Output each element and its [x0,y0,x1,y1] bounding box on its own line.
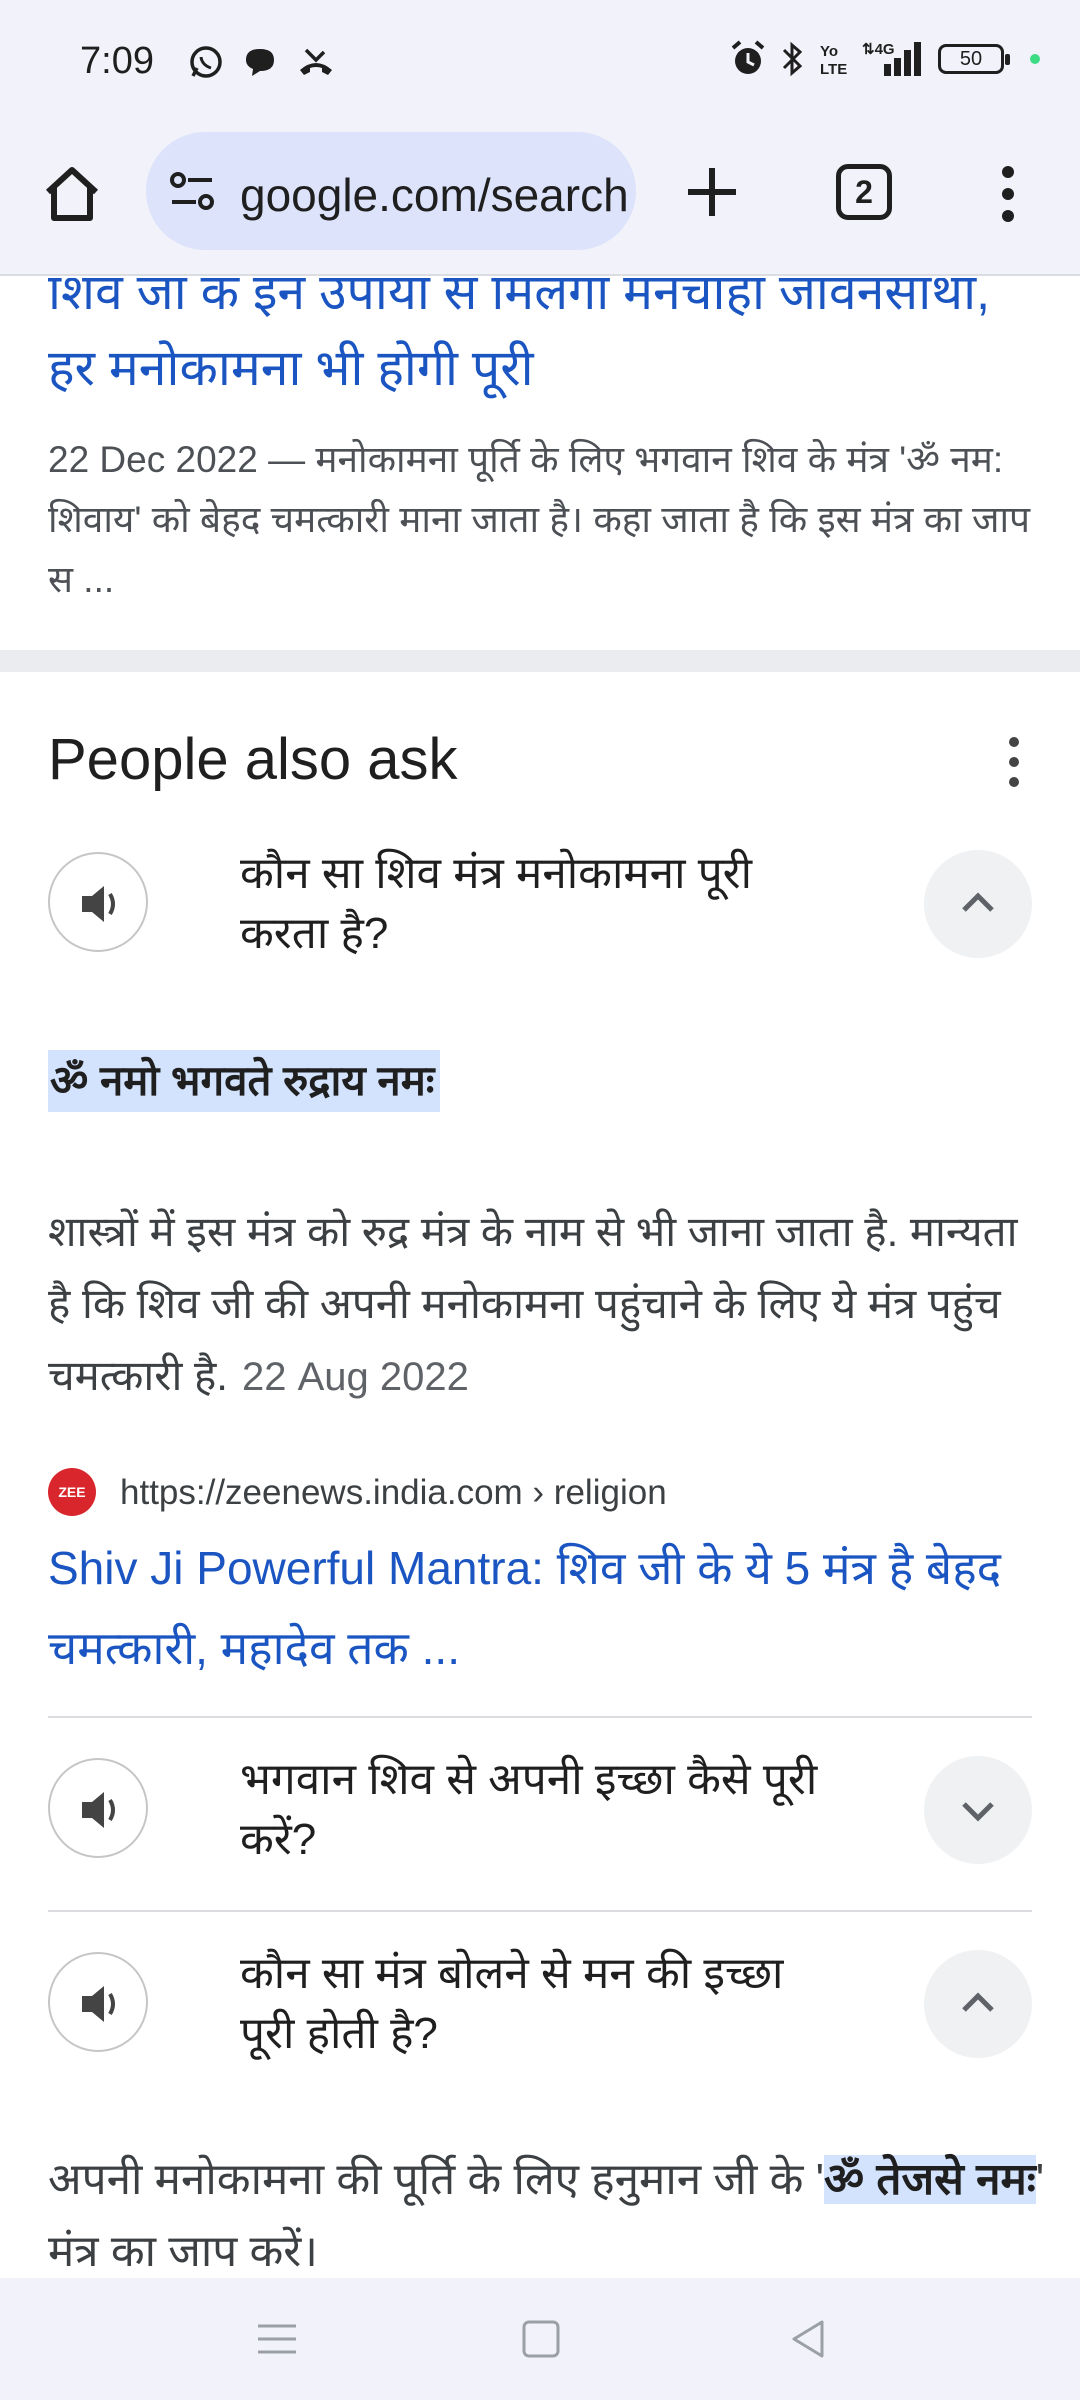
svg-text:LTE: LTE [820,61,847,78]
address-bar[interactable]: google.com/search [146,132,636,250]
browser-toolbar: google.com/search 2 [0,126,1080,276]
status-bar: 7:09 Yo LTE ⇅4G 50 [0,0,1080,126]
speaker-icon [82,1986,115,2022]
more-options-icon[interactable] [990,162,1026,226]
alarm-icon [731,40,765,74]
status-time: 7:09 [80,40,154,82]
question-row[interactable]: भगवान शिव से अपनी इच्छा कैसे पूरी करें? [48,1732,1032,1882]
question-text: कौन सा मंत्र बोलने से मन की इच्छा पूरी ह… [240,1949,784,2058]
listen-button[interactable] [48,1758,148,1858]
expand-button[interactable] [924,1756,1032,1864]
paa-more-options-icon[interactable] [996,732,1032,792]
result-date: 22 Dec 2022 [48,439,258,480]
answer-date: 22 Aug 2022 [241,1355,469,1399]
home-icon[interactable] [40,162,104,226]
whatsapp-icon [190,46,222,78]
missed-call-icon [300,48,332,75]
4g-signal-icon: ⇅4G [862,41,921,76]
notification-icons [188,44,336,80]
site-settings-icon[interactable] [168,170,216,214]
chevron-up-icon [962,1992,994,2012]
home-nav-icon[interactable] [516,2314,566,2364]
system-icons: Yo LTE ⇅4G 50 [730,40,1040,78]
question-text: भगवान शिव से अपनी इच्छा कैसे पूरी करें? [240,1755,818,1864]
section-divider [0,650,1080,672]
battery-icon: 50 [938,44,1010,74]
system-nav-bar [0,2278,1080,2400]
question-divider [48,1910,1032,1912]
question-divider [48,1716,1032,1718]
result-snippet: 22 Dec 2022 — मनोकामना पूर्ति के लिए भगव… [48,430,1038,610]
tab-switcher-button[interactable]: 2 [836,164,892,220]
collapse-button[interactable] [924,850,1032,958]
source-favicon[interactable]: ZEE [48,1468,96,1516]
bluetooth-icon [782,41,803,77]
volte-icon: YoLTE [820,43,847,78]
charging-dot [1030,54,1040,64]
search-results: शिव जी के इन उपायों से मिलेगा मनचाहा जीव… [0,278,1080,2278]
question-row[interactable]: कौन सा मंत्र बोलने से मन की इच्छा पूरी ह… [48,1926,1032,2076]
recent-apps-icon[interactable] [252,2314,302,2364]
chat-bubble-icon [246,49,274,76]
answer-body: अपनी मनोकामना की पूर्ति के लिए हनुमान जी… [48,2144,1048,2278]
featured-answer-highlight: ॐ नमो भगवते रुद्राय नमः [48,1050,441,1112]
source-title-link[interactable]: Shiv Ji Powerful Mantra: शिव जी के ये 5 … [48,1528,1038,1688]
collapse-button[interactable] [924,1950,1032,2058]
question-row[interactable]: कौन सा शिव मंत्र मनोकामना पूरी करता है? [48,826,1032,976]
new-tab-icon[interactable] [680,160,744,224]
speaker-icon [82,886,115,922]
chevron-up-icon [962,892,994,912]
answer-highlight: ॐ तेजसे नमः [824,2155,1036,2204]
question-text: कौन सा शिव मंत्र मनोकामना पूरी करता है? [240,849,753,958]
listen-button[interactable] [48,1952,148,2052]
answer-body-text: शास्त्रों में इस मंत्र को रुद्र मंत्र के… [48,1208,1018,1399]
url-text: google.com/search [240,169,629,221]
answer-text-before: अपनी मनोकामना की पूर्ति के लिए हनुमान जी… [48,2155,825,2204]
chevron-down-icon [962,1802,994,1822]
back-icon[interactable] [784,2314,834,2364]
speaker-icon [82,1792,115,1828]
result-title-link[interactable]: शिव जी के इन उपायों से मिलेगा मनचाहा जीव… [48,278,1008,406]
answer-body: शास्त्रों में इस मंत्र को रुद्र मंत्र के… [48,1196,1028,1413]
source-url[interactable]: https://zeenews.india.com › religion [120,1468,667,1518]
people-also-ask-heading: People also ask [48,727,458,792]
svg-text:⇅4G: ⇅4G [862,41,895,58]
listen-button[interactable] [48,852,148,952]
svg-text:Yo: Yo [820,43,838,60]
